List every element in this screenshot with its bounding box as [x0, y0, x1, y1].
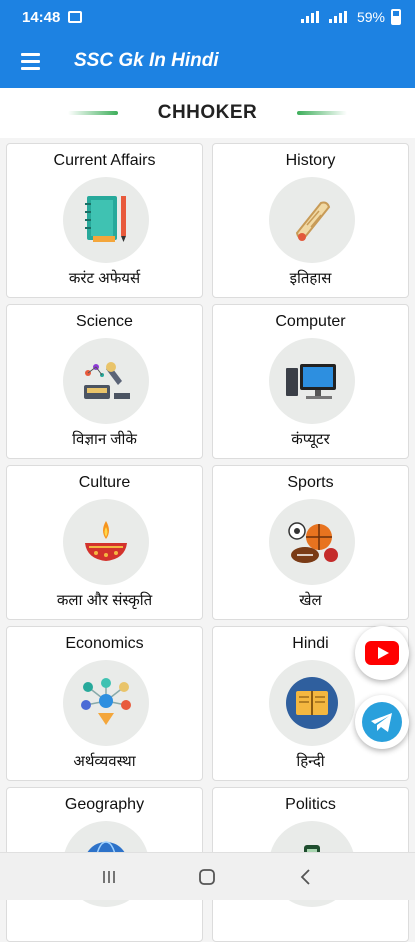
status-right: 59%: [301, 9, 401, 25]
category-title-hi: कंप्यूटर: [213, 429, 408, 449]
signal-icon: [301, 11, 323, 23]
category-title-en: Sports: [213, 474, 408, 492]
microscope-icon: [63, 338, 149, 424]
category-title-en: Culture: [7, 474, 202, 492]
category-card-science[interactable]: Science विज्ञान जीके: [6, 304, 203, 459]
status-time: 14:48: [22, 9, 60, 26]
diya-icon: [63, 499, 149, 585]
category-title-en: Computer: [213, 313, 408, 331]
decor-line-right: [297, 111, 347, 115]
sports-balls-icon: [269, 499, 355, 585]
home-icon[interactable]: [187, 857, 227, 897]
brand-banner: CHHOKER: [0, 88, 415, 138]
hamburger-menu-icon[interactable]: [0, 34, 60, 88]
youtube-icon: [365, 641, 399, 665]
category-title-hi: इतिहास: [213, 268, 408, 288]
notebook-icon: [63, 177, 149, 263]
recents-icon[interactable]: [89, 857, 129, 897]
category-title-en: Geography: [7, 796, 202, 814]
app-bar: SSC Gk In Hindi: [0, 34, 415, 88]
category-card-current-affairs[interactable]: Current Affairs करंट अफेयर्स: [6, 143, 203, 298]
category-title-hi: विज्ञान जीके: [7, 429, 202, 449]
category-title-hi: हिन्दी: [213, 751, 408, 771]
category-title-hi: कला और संस्कृति: [7, 590, 202, 610]
category-title-hi: अर्थव्यवस्था: [7, 751, 202, 771]
category-card-economics[interactable]: Economics अर्थव्यवस्था: [6, 626, 203, 781]
category-title-hi: खेल: [213, 590, 408, 610]
battery-text: 59%: [357, 9, 385, 25]
brand-name: CHHOKER: [158, 102, 258, 124]
category-title-en: Science: [7, 313, 202, 331]
category-title-en: Politics: [213, 796, 408, 814]
battery-icon: [391, 9, 401, 25]
category-card-sports[interactable]: Sports खेल: [212, 465, 409, 620]
telegram-icon: [362, 702, 402, 742]
app-title: SSC Gk In Hindi: [74, 50, 219, 72]
category-title-en: Current Affairs: [7, 152, 202, 170]
scroll-icon: [269, 177, 355, 263]
decor-line-left: [68, 111, 118, 115]
status-bar: 14:48 59%: [0, 0, 415, 34]
telegram-button[interactable]: [355, 695, 409, 749]
category-title-hi: करंट अफेयर्स: [7, 268, 202, 288]
category-title-en: Economics: [7, 635, 202, 653]
signal-icon-2: [329, 11, 351, 23]
category-title-en: History: [213, 152, 408, 170]
notification-icon: [68, 11, 82, 23]
computer-icon: [269, 338, 355, 424]
category-card-culture[interactable]: Culture कला और संस्कृति: [6, 465, 203, 620]
book-icon: [269, 660, 355, 746]
system-nav-bar: [0, 852, 415, 900]
back-icon[interactable]: [286, 857, 326, 897]
category-card-computer[interactable]: Computer कंप्यूटर: [212, 304, 409, 459]
youtube-button[interactable]: [355, 626, 409, 680]
category-card-history[interactable]: History इतिहास: [212, 143, 409, 298]
economy-icon: [63, 660, 149, 746]
